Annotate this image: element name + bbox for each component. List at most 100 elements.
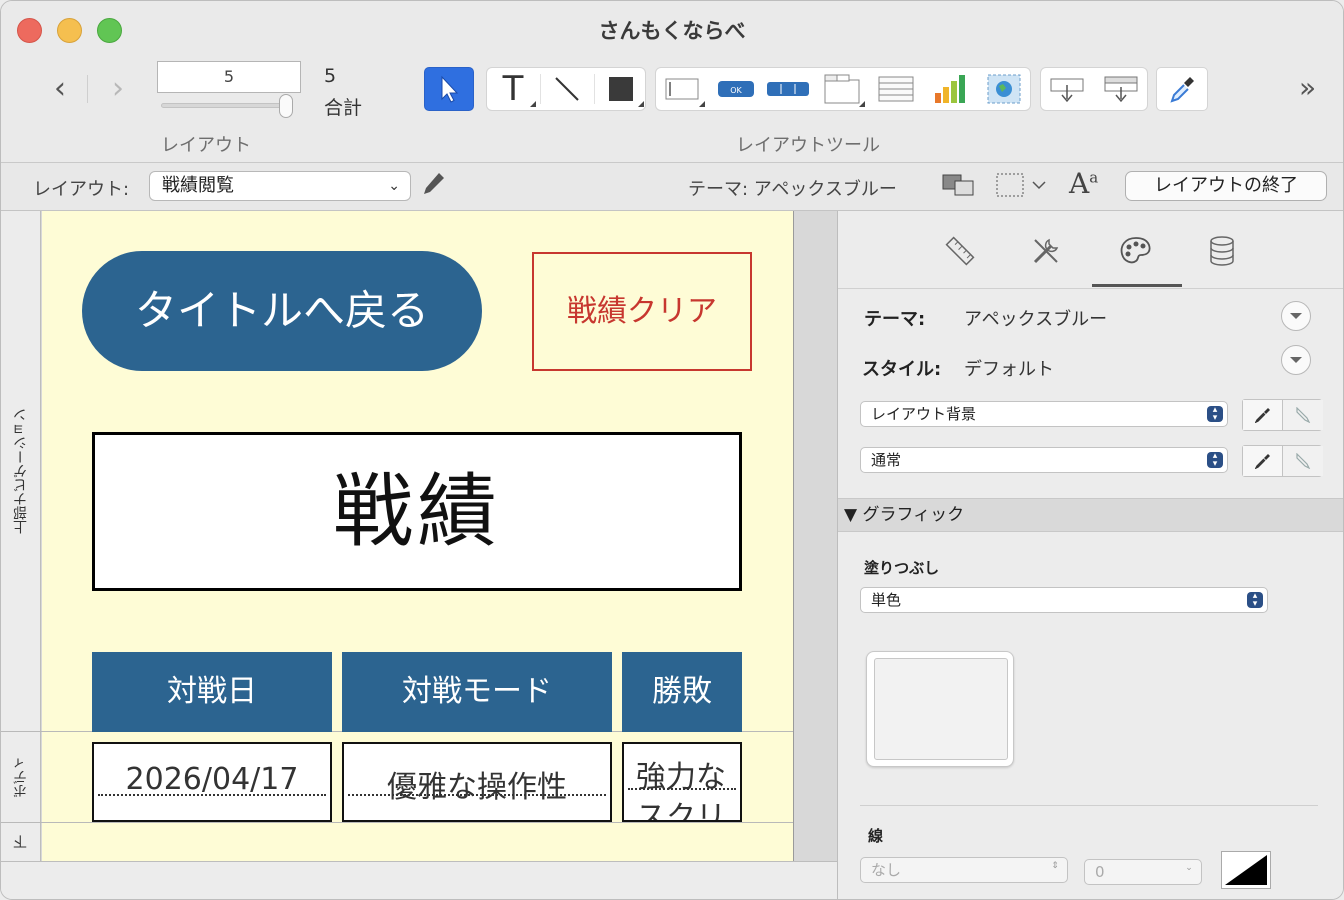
popover-tool-button[interactable] (1041, 68, 1093, 110)
copy-state-style-button[interactable] (1243, 446, 1283, 476)
chevron-down-icon (1290, 313, 1302, 319)
format-painter-button[interactable] (1156, 67, 1208, 111)
rectangle-icon (609, 77, 633, 101)
column-header-date[interactable]: 対戦日 (92, 652, 332, 732)
field-result[interactable]: 強力なスクリ (622, 742, 742, 822)
eyedropper-fill-icon (1296, 407, 1311, 423)
layout-number-field[interactable]: 5 (157, 61, 301, 93)
copy-style-button[interactable] (1243, 400, 1283, 430)
layout-label: レイアウト: (33, 179, 130, 200)
style-menu-button[interactable] (1281, 345, 1311, 375)
ok-button-icon: OK (718, 81, 754, 97)
field-mode[interactable]: 優雅な操作性 (342, 742, 612, 822)
body-footer-divider[interactable] (1, 822, 793, 823)
layout-select[interactable]: 戦績閲覧 ⌄ (149, 171, 411, 201)
web-viewer-tool-button[interactable] (978, 68, 1030, 110)
column-header-mode[interactable]: 対戦モード (342, 652, 612, 732)
tab-styles[interactable] (1024, 231, 1068, 271)
eyedropper-icon (1254, 408, 1270, 423)
baseline (348, 794, 606, 796)
portal-icon (878, 76, 914, 102)
line-tool-button[interactable] (541, 68, 593, 110)
stepper-icon: ▴ ▾ (1207, 406, 1223, 423)
insert-field-icon (1104, 76, 1138, 103)
field-date-value: 2026/04/17 (125, 762, 299, 797)
horizontal-scrollbar[interactable] (1, 861, 837, 899)
button-bar-tool-button[interactable] (762, 68, 814, 110)
shape-tool-button[interactable] (595, 68, 647, 110)
portal-tool-button[interactable] (870, 68, 922, 110)
object-tools-group: OK (655, 67, 1031, 111)
edit-layout-button[interactable] (421, 169, 447, 203)
tab-data[interactable] (1200, 231, 1244, 271)
element-popup[interactable]: レイアウト背景 ▴ ▾ (860, 401, 1228, 427)
dotted-frame-icon (996, 173, 1046, 197)
layout-slider-thumb[interactable] (279, 94, 293, 118)
style-eyedropper-pair (1242, 399, 1323, 431)
slide-control-tool-button[interactable] (1095, 68, 1147, 110)
graphic-section-header[interactable]: ▼ グラフィック (838, 498, 1343, 532)
fill-type-value: 単色 (871, 591, 902, 609)
previous-layout-button[interactable]: ‹ (46, 71, 74, 107)
tab-position[interactable] (938, 231, 982, 271)
layout-bar: レイアウト: 戦績閲覧 ⌄ テーマ: アペックスブルー Aa レイアウトの終了 (1, 163, 1343, 211)
svg-text:OK: OK (730, 86, 742, 95)
paste-state-style-button[interactable] (1283, 446, 1323, 476)
active-tab-indicator (1092, 284, 1182, 287)
fill-color-swatch (874, 658, 1008, 760)
part-label-header[interactable]: 上部ナビゲーション (1, 211, 41, 731)
chart-tool-button[interactable] (924, 68, 976, 110)
layout-select-value: 戦績閲覧 (162, 175, 234, 196)
field-icon (665, 78, 699, 100)
part-label-body[interactable]: ボディ (1, 732, 41, 822)
state-eyedropper-pair (1242, 445, 1323, 477)
field-date[interactable]: 2026/04/17 (92, 742, 332, 822)
field-tool-button[interactable] (656, 68, 708, 110)
state-popup[interactable]: 通常 ▴ ▾ (860, 447, 1228, 473)
stepper-icon: ⇕ (1051, 861, 1059, 871)
line-width-value: 0 (1095, 863, 1105, 881)
line-style-popup[interactable]: なし ⇕ (860, 857, 1068, 883)
window-title: さんもくならべ (598, 19, 746, 43)
insert-tools-group (1040, 67, 1148, 111)
arrange-button[interactable] (941, 171, 977, 203)
tab-appearance[interactable] (1114, 231, 1158, 271)
theme-field-label: テーマ: (864, 309, 926, 330)
arrange-icon (942, 174, 974, 196)
theme-label: テーマ: アペックスブルー (688, 179, 897, 200)
field-mode-value: 優雅な操作性 (387, 770, 567, 805)
line-icon (555, 77, 579, 101)
theme-menu-button[interactable] (1281, 301, 1311, 331)
palette-icon (1120, 237, 1151, 264)
popover-button-icon (1050, 78, 1084, 103)
element-popup-value: レイアウト背景 (871, 405, 977, 423)
fill-color-well[interactable] (866, 651, 1014, 767)
fill-type-popup[interactable]: 単色 ▴ ▾ (860, 587, 1268, 613)
inspector-tabs (838, 211, 1343, 289)
font-size-icon: Aa (1069, 167, 1099, 200)
button-tool-button[interactable]: OK (710, 68, 762, 110)
text-tool-button[interactable]: T (487, 68, 539, 110)
toolbar-overflow-icon[interactable]: » (1299, 71, 1316, 104)
nav-divider (87, 75, 88, 103)
page-title[interactable]: 戦績 (92, 432, 742, 591)
selection-tool-button[interactable] (424, 67, 474, 111)
fill-label: 塗りつぶし (864, 559, 940, 577)
layout-slider-track[interactable] (161, 103, 287, 108)
line-color-well[interactable] (1221, 851, 1271, 889)
tools-icon (1033, 238, 1059, 264)
field-result-value: 強力なスクリ (636, 760, 726, 822)
back-to-title-button[interactable]: タイトルへ戻る (82, 251, 482, 371)
style-field-label: スタイル: (862, 359, 942, 380)
column-header-result[interactable]: 勝敗 (622, 652, 742, 732)
line-width-popup[interactable]: 0 ⌄ (1084, 859, 1202, 885)
next-layout-button[interactable]: › (104, 71, 132, 107)
paste-style-button[interactable] (1283, 400, 1323, 430)
view-options-button[interactable] (995, 171, 1053, 203)
tab-control-tool-button[interactable] (816, 68, 868, 110)
part-label-footer[interactable]: 下 (1, 823, 41, 861)
clear-record-button[interactable]: 戦績クリア (532, 252, 752, 371)
exit-layout-button[interactable]: レイアウトの終了 (1125, 171, 1327, 201)
font-size-button[interactable]: Aa (1069, 167, 1098, 200)
stepper-icon: ▴ ▾ (1207, 452, 1223, 469)
